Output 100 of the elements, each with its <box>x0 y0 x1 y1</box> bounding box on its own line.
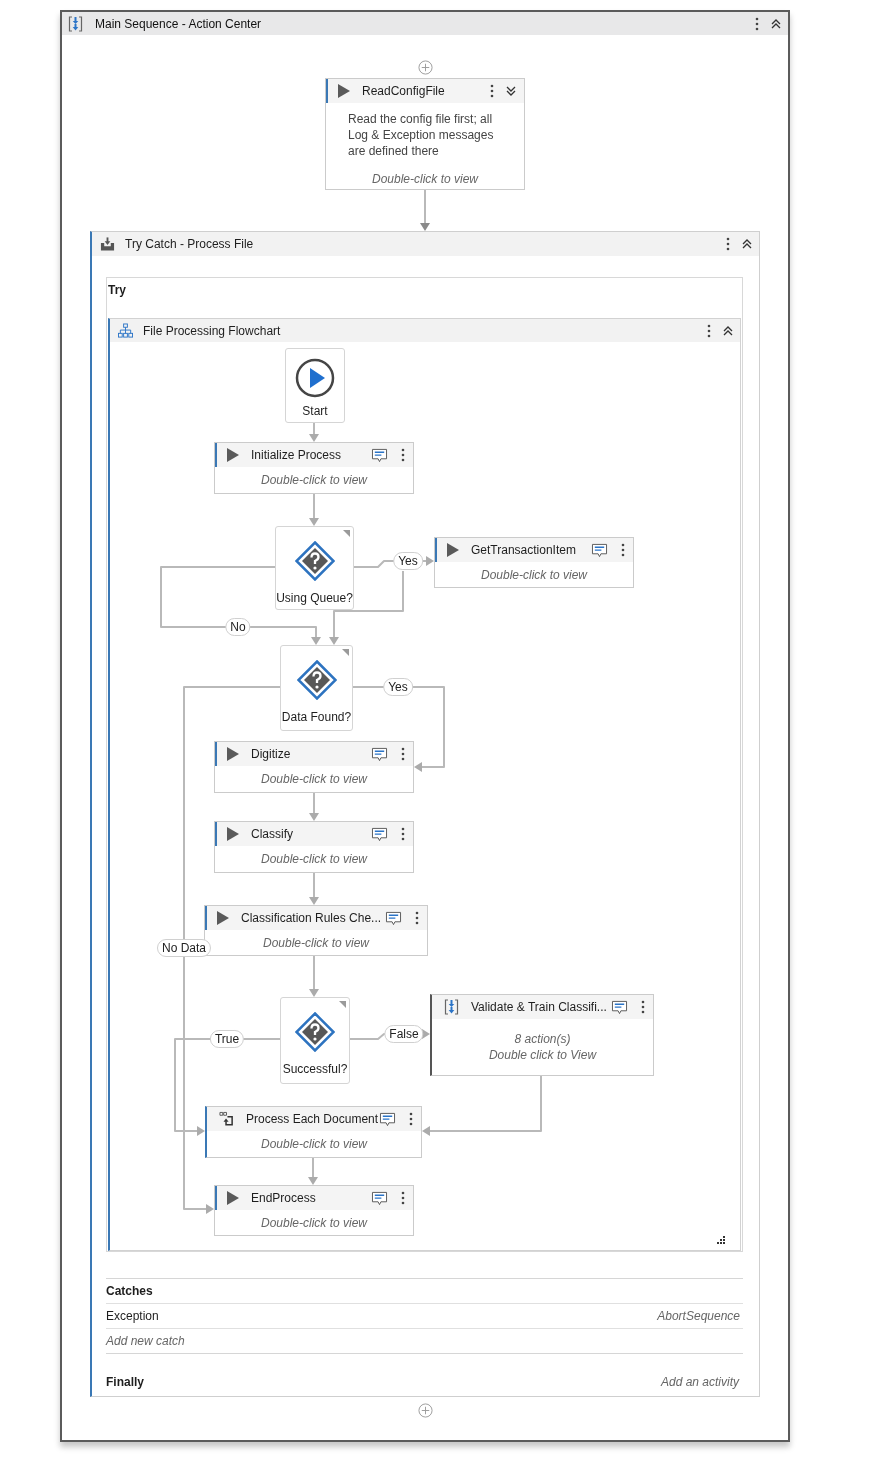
branch-label: No Data <box>157 939 211 957</box>
node-label: Data Found? <box>281 709 352 725</box>
branch-label: True <box>209 1030 245 1048</box>
hint-text: Double-click to view <box>260 851 367 867</box>
connector-arrow <box>308 792 320 822</box>
activity-title: Initialize Process <box>251 448 342 462</box>
section-title: Try <box>108 282 127 299</box>
flowchart-icon <box>118 322 133 339</box>
more-icon[interactable] <box>401 1191 405 1205</box>
decision-node[interactable]: Data Found? <box>280 645 353 731</box>
play-icon <box>227 1191 239 1205</box>
resize-grip-icon[interactable] <box>717 1236 725 1244</box>
collapse-chevron-icon[interactable] <box>723 325 733 336</box>
exception-type[interactable]: Exception <box>106 1309 159 1323</box>
start-node[interactable]: Start <box>285 348 345 423</box>
node-label: Using Queue? <box>276 590 353 606</box>
comment-icon[interactable] <box>371 826 388 842</box>
section-title: Finally <box>106 1375 144 1389</box>
add-icon[interactable] <box>417 1403 433 1418</box>
more-icon[interactable] <box>641 1000 645 1014</box>
sequence-icon <box>68 15 83 32</box>
activity-title: Process Each Document <box>246 1112 379 1126</box>
activity-title: ReadConfigFile <box>362 84 445 98</box>
branch-label: No <box>225 618 251 636</box>
tray-arrow-icon <box>100 236 115 252</box>
branch-label: False <box>384 1025 424 1043</box>
more-icon[interactable] <box>415 911 419 925</box>
node-label: Start <box>302 403 328 419</box>
activity-title: Validate & Train Classifi... <box>471 1000 607 1014</box>
container-title: Try Catch - Process File <box>125 237 254 251</box>
container-title: File Processing Flowchart <box>143 323 281 338</box>
corner-triangle-icon <box>339 1001 346 1008</box>
activity-card[interactable]: Process Each Document Double-click to view <box>205 1106 422 1158</box>
question-diamond-icon <box>295 1012 335 1052</box>
start-play-icon <box>295 358 335 398</box>
loop-arrow-icon <box>219 1111 234 1127</box>
connector-arrow <box>419 190 431 231</box>
collapse-chevron-icon[interactable] <box>771 18 781 29</box>
activity-card[interactable]: Digitize Double-click to view <box>214 741 414 793</box>
annotation-text: Read the config file first; all Log & Exception messages are defined there <box>348 111 495 159</box>
summary-text: 8 action(s) <box>514 1031 571 1047</box>
more-icon[interactable] <box>401 747 405 761</box>
connector-arrow <box>307 1157 319 1186</box>
comment-icon[interactable] <box>611 999 628 1015</box>
branch-label: Yes <box>383 678 413 696</box>
decision-node[interactable]: Successful? <box>280 997 350 1084</box>
more-icon[interactable] <box>707 323 711 338</box>
hint-text: Double-click to view <box>260 1214 367 1231</box>
comment-icon[interactable] <box>371 746 388 762</box>
more-icon[interactable] <box>621 543 625 557</box>
comment-icon[interactable] <box>371 447 388 463</box>
activity-title: Classify <box>251 827 293 841</box>
hint-text: Double-click to view <box>260 1136 367 1152</box>
play-icon <box>338 84 350 98</box>
comment-icon[interactable] <box>379 1111 396 1127</box>
more-icon[interactable] <box>726 237 730 251</box>
add-icon[interactable] <box>417 60 433 75</box>
comment-icon[interactable] <box>591 542 608 558</box>
question-diamond-icon <box>296 660 337 700</box>
connector-arrow <box>308 493 320 527</box>
connector-arrow <box>308 955 320 998</box>
add-activity-link[interactable]: Add an activity <box>660 1375 739 1389</box>
more-icon[interactable] <box>401 448 405 462</box>
node-label: Successful? <box>282 1061 348 1077</box>
play-icon <box>227 747 239 761</box>
more-icon[interactable] <box>755 16 759 31</box>
collapse-chevron-icon[interactable] <box>742 239 752 249</box>
hint-text: Double-click to view <box>480 566 587 583</box>
hint-text: Double-click to view <box>260 771 367 787</box>
decision-node[interactable]: Using Queue? <box>275 526 354 610</box>
more-icon[interactable] <box>409 1112 413 1126</box>
connector-arrow <box>308 872 320 906</box>
activity-card[interactable]: ReadConfigFile Read the config file first; all Log & Exception messages are defined there Double-click to view <box>325 78 525 190</box>
comment-icon[interactable] <box>371 1190 388 1206</box>
section-title: Catches <box>106 1284 153 1298</box>
activity-title: Classification Rules Che... <box>241 911 382 925</box>
expand-chevron-icon[interactable] <box>506 86 516 96</box>
hint-text: Double click to View <box>488 1047 597 1063</box>
question-diamond-icon <box>294 541 335 581</box>
more-icon[interactable] <box>490 84 494 98</box>
hint-text: Double-click to view <box>262 934 369 951</box>
activity-card[interactable]: Validate & Train Classifi... 8 action(s) Double click to View <box>430 994 654 1076</box>
hint-text: Double-click to view <box>371 171 478 187</box>
play-icon <box>227 448 239 462</box>
activity-card[interactable]: Classify Double-click to view <box>214 821 414 873</box>
connector-arrow <box>308 422 320 443</box>
activity-card[interactable]: EndProcess Double-click to view <box>214 1185 414 1236</box>
activity-title: GetTransactionItem <box>471 543 576 557</box>
activity-card[interactable]: GetTransactionItem Double-click to view <box>434 537 634 588</box>
play-icon <box>217 911 229 925</box>
corner-triangle-icon <box>342 649 349 656</box>
hint-text: Double-click to view <box>260 472 367 488</box>
sequence-icon <box>444 999 459 1015</box>
comment-icon[interactable] <box>385 910 402 926</box>
handler-name[interactable]: AbortSequence <box>657 1309 740 1323</box>
more-icon[interactable] <box>401 827 405 841</box>
activity-card[interactable]: Initialize Process Double-click to view <box>214 442 414 494</box>
add-catch-link[interactable]: Add new catch <box>106 1334 185 1348</box>
branch-label: Yes <box>393 552 423 570</box>
activity-title: Digitize <box>251 747 291 761</box>
